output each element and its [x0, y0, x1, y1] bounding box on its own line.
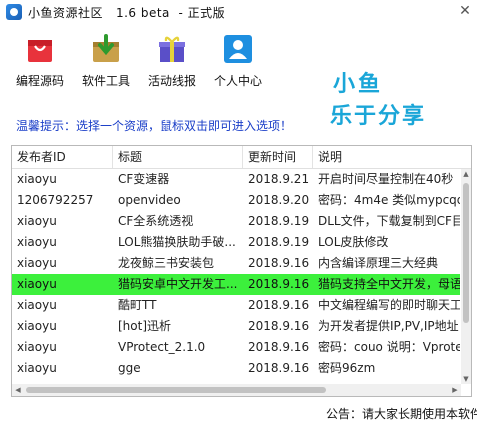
gift-box-icon [159, 36, 185, 62]
cell-publisher: xiaoyu [17, 277, 57, 291]
table-row[interactable]: xiaoyu CF变速器 2018.9.21 开启时间尽量控制在40秒 [12, 169, 460, 190]
close-window-button[interactable]: ✕ [456, 2, 474, 20]
cell-description: LOL皮肤修改 [318, 235, 389, 249]
cell-description: 内含编译原理三大经典 [318, 256, 439, 270]
window-title: 小鱼资源社区 1.6 beta - 正式版 [28, 6, 226, 20]
slogan-line-1: 小鱼 [333, 72, 384, 97]
column-header-title[interactable]: 标题 [113, 146, 243, 168]
scroll-left-arrow-icon[interactable]: ◀ [12, 384, 24, 396]
cell-title: CF全系统透视 [118, 214, 194, 228]
vertical-scroll-thumb[interactable] [463, 183, 469, 323]
toolbar-label: 个人中心 [213, 74, 262, 88]
cell-date: 2018.9.16 [248, 256, 310, 270]
slogan-banner: 小鱼 乐于分享 [330, 66, 440, 129]
cell-date: 2018.9.16 [248, 319, 310, 333]
cell-date: 2018.9.16 [248, 361, 310, 375]
cell-description: 开启时间尽量控制在40秒 [318, 172, 454, 186]
scroll-down-arrow-icon[interactable]: ▼ [461, 374, 471, 384]
cell-publisher: xiaoyu [17, 340, 57, 354]
app-logo-icon [6, 4, 22, 20]
cell-publisher: xiaoyu [17, 235, 57, 249]
cell-title: CF变速器 [118, 172, 170, 186]
table-row[interactable]: xiaoyu VProtect_2.1.0 2018.9.16 密码：couo … [12, 337, 460, 358]
user-icon [224, 35, 252, 63]
cell-title: openvideo [118, 193, 181, 207]
cell-description: 密码：couo 说明：Vprote [318, 340, 460, 354]
toolbar-label: 活动线报 [147, 74, 196, 88]
cell-publisher: xiaoyu [17, 172, 57, 186]
toolbar-software-tools-button[interactable]: 软件工具 [76, 30, 136, 90]
table-row[interactable]: xiaoyu [hot]迅析 2018.9.16 为开发者提供IP,PV,IP地… [12, 316, 460, 337]
cell-title: [hot]迅析 [118, 319, 172, 333]
cell-date: 2018.9.16 [248, 277, 310, 291]
cell-publisher: xiaoyu [17, 319, 57, 333]
table-row[interactable]: xiaoyu CF全系统透视 2018.9.19 DLL文件，下载复制到CF目 [12, 211, 460, 232]
hint-text: 温馨提示：选择一个资源，鼠标双击即可进入选项！ [16, 119, 293, 133]
cell-title: LOL熊猫换肤助手破... [118, 235, 236, 249]
cell-publisher: xiaoyu [17, 298, 57, 312]
cell-publisher: xiaoyu [17, 361, 57, 375]
cell-date: 2018.9.21 [248, 172, 310, 186]
cell-title: VProtect_2.1.0 [118, 340, 206, 354]
vertical-scrollbar[interactable]: ▲ ▼ [461, 169, 471, 384]
table-row-selected[interactable]: xiaoyu 猎码安卓中文开发工... 2018.9.16 猎码支持全中文开发，… [12, 274, 460, 295]
table-row[interactable]: xiaoyu 酷町TT 2018.9.16 中文编程编写的即时聊天工 [12, 295, 460, 316]
toolbar-label: 编程源码 [15, 74, 64, 88]
cell-date: 2018.9.20 [248, 193, 310, 207]
cell-date: 2018.9.16 [248, 340, 310, 354]
horizontal-scrollbar[interactable]: ◀ ▶ [12, 384, 461, 396]
toolbar-activities-button[interactable]: 活动线报 [142, 30, 202, 90]
toolbar-label: 软件工具 [81, 74, 130, 88]
column-header-publisher[interactable]: 发布者ID [12, 146, 113, 168]
cell-description: 中文编程编写的即时聊天工 [318, 298, 460, 312]
resource-table[interactable]: 发布者ID 标题 更新时间 说明 xiaoyu CF变速器 2018.9.21 … [11, 145, 472, 397]
download-box-icon [93, 34, 119, 62]
column-header-description[interactable]: 说明 [313, 146, 471, 168]
scroll-up-arrow-icon[interactable]: ▲ [461, 169, 471, 179]
cell-description: 为开发者提供IP,PV,IP地址 [318, 319, 459, 333]
cell-description: 猎码支持全中文开发，母语 [318, 277, 460, 291]
column-header-date[interactable]: 更新时间 [243, 146, 313, 168]
horizontal-scroll-thumb[interactable] [26, 387, 326, 393]
shopping-bag-icon [28, 40, 52, 62]
cell-publisher: xiaoyu [17, 214, 57, 228]
cell-publisher: xiaoyu [17, 256, 57, 270]
cell-title: 酷町TT [118, 298, 157, 312]
cell-description: DLL文件，下载复制到CF目 [318, 214, 460, 228]
cell-description: 密码96zm [318, 361, 376, 375]
cell-title: gge [118, 361, 141, 375]
table-row[interactable]: 1206792257 openvideo 2018.9.20 密码：4m4e 类… [12, 190, 460, 211]
cell-date: 2018.9.19 [248, 235, 310, 249]
scroll-right-arrow-icon[interactable]: ▶ [449, 384, 461, 396]
table-row[interactable]: xiaoyu LOL熊猫换肤助手破... 2018.9.19 LOL皮肤修改 [12, 232, 460, 253]
cell-description: 密码：4m4e 类似mypcqq [318, 193, 460, 207]
cell-title: 龙夜鲸三书安装包 [118, 256, 215, 270]
cell-date: 2018.9.16 [248, 298, 310, 312]
cell-publisher: 1206792257 [17, 193, 94, 207]
toolbar-source-code-button[interactable]: 编程源码 [10, 30, 70, 90]
table-row[interactable]: xiaoyu 龙夜鲸三书安装包 2018.9.16 内含编译原理三大经典 [12, 253, 460, 274]
toolbar-user-center-button[interactable]: 个人中心 [208, 30, 268, 90]
table-header: 发布者ID 标题 更新时间 说明 [12, 146, 471, 169]
cell-date: 2018.9.19 [248, 214, 310, 228]
announcement-text: 公告：请大家长期使用本软件 [326, 407, 477, 421]
title-bar: 小鱼资源社区 1.6 beta - 正式版 ✕ [0, 0, 477, 24]
table-row[interactable]: xiaoyu gge 2018.9.16 密码96zm [12, 358, 460, 379]
cell-title: 猎码安卓中文开发工... [118, 277, 238, 291]
slogan-line-2: 乐于分享 [330, 104, 427, 129]
